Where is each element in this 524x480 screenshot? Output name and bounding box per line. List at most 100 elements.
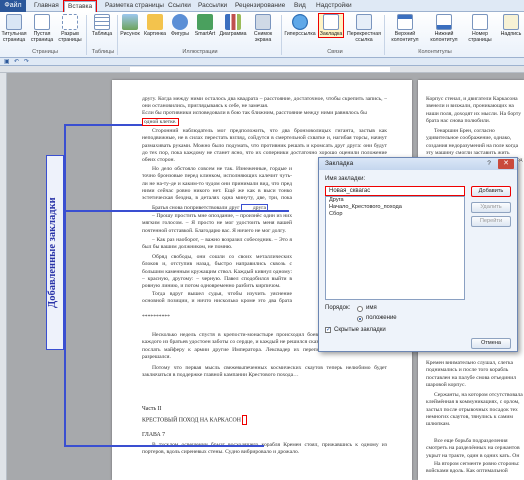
textbox-button[interactable]: Надпись	[498, 14, 524, 37]
paragraph: Кремен внимательно слушал, слегка подним…	[426, 360, 517, 388]
group-separator	[281, 15, 282, 55]
picture-icon	[122, 14, 138, 30]
smartart-button[interactable]: SmartArt	[192, 14, 218, 37]
shapes-icon	[172, 14, 188, 30]
list-item[interactable]: Сбор	[326, 211, 464, 218]
paragraph: Потому что первая мысль свежевыпеченных …	[142, 365, 387, 379]
screenshot-icon	[255, 14, 271, 30]
add-button[interactable]: Добавить	[471, 186, 511, 197]
paragraph: Тогда вдруг вышел судья, чтобы изучить у…	[142, 291, 292, 305]
tab-mailings[interactable]: Рассылки	[198, 0, 227, 12]
title-page-icon	[6, 14, 22, 30]
group-label-pages: Страницы	[32, 49, 58, 55]
tab-file[interactable]: Файл	[0, 0, 26, 12]
tab-review[interactable]: Рецензирование	[235, 0, 285, 12]
vertical-ruler	[0, 73, 7, 480]
callout-connector-vertical	[64, 125, 66, 445]
undo-icon[interactable]: ↶	[14, 58, 19, 65]
list-item[interactable]: Начало_Крестового_похода	[326, 204, 464, 211]
callout-label: Добавленные закладки	[47, 197, 58, 309]
delete-button[interactable]: Удалить	[471, 202, 511, 213]
table-button[interactable]: Таблица	[89, 14, 115, 37]
redo-icon[interactable]: ↷	[24, 58, 29, 65]
tab-references[interactable]: Ссылки	[168, 0, 191, 12]
group-label-illustrations: Иллюстрации	[182, 49, 218, 55]
group-label-header-footer: Колонтитулы	[418, 49, 452, 55]
chart-icon	[225, 14, 241, 30]
ribbon-insert: Титульная страница Пустая страница Разры…	[0, 12, 524, 58]
group-separator	[86, 15, 87, 55]
bookmark-marker-3[interactable]	[242, 415, 248, 425]
paragraph: другу. Когда между ними осталось два ква…	[142, 96, 387, 110]
bookmark-marker-1[interactable]: одной клетке.	[142, 118, 179, 126]
tab-home[interactable]: Главная	[34, 0, 59, 12]
header-icon	[397, 14, 413, 30]
globe-icon	[292, 14, 308, 30]
list-item[interactable]: Друга	[326, 197, 464, 204]
goto-button[interactable]: Перейти	[471, 216, 511, 227]
chapter-heading: ГЛАВА 7	[142, 432, 166, 438]
blank-page-icon	[34, 14, 50, 30]
group-label-tables: Таблицы	[91, 49, 115, 55]
help-button[interactable]: ?	[483, 159, 495, 169]
cancel-button[interactable]: Отмена	[471, 338, 511, 349]
tab-page-layout[interactable]: Разметка страницы	[105, 0, 164, 12]
paragraph: – Прошу простить мне опоздание, – произн…	[142, 213, 292, 234]
smartart-icon	[197, 14, 213, 30]
title-page-button[interactable]: Титульная страница	[1, 14, 27, 43]
paragraph-line: одной клетке.	[142, 118, 202, 126]
page-number-button[interactable]: Номер страницы	[464, 14, 496, 43]
sort-name-label: имя	[366, 305, 377, 311]
paragraph: Обряд свободы, они сошли со своих металл…	[142, 254, 292, 290]
bookmark-button[interactable]: Закладка	[318, 13, 344, 38]
close-button[interactable]: ✕	[498, 159, 514, 169]
paragraph: На втором сегменте ровно стороны: войска…	[426, 461, 520, 477]
header-button[interactable]: Верхний колонтитул	[386, 14, 424, 43]
callout-connector-middle	[64, 210, 289, 212]
bookmark-name-label: Имя закладки:	[325, 176, 366, 182]
part-heading: Часть II	[142, 406, 162, 412]
table-icon	[94, 14, 110, 30]
ribbon-tabs-bar: Файл Главная Вставка Разметка страницы С…	[0, 0, 524, 14]
part-title-line: КРЕСТОВЫЙ ПОХОД НА КАРКАСОН	[142, 415, 248, 425]
picture-button[interactable]: Рисунок	[119, 14, 141, 37]
footer-icon	[436, 14, 452, 30]
paragraph: Если бы противники исповедовали в бою та…	[142, 110, 367, 116]
paragraph: Сержанты, на котором отсутствовала клейм…	[426, 392, 523, 428]
page-break-icon	[62, 14, 78, 30]
separator-stars: **********	[142, 314, 170, 320]
textbox-icon	[503, 14, 519, 30]
bookmark-icon	[323, 14, 339, 30]
page-break-button[interactable]: Разрыв страницы	[57, 14, 83, 43]
sort-label: Порядок:	[325, 305, 351, 311]
hidden-bookmarks-checkbox[interactable]: ✓	[325, 327, 331, 333]
bookmark-list[interactable]: Друга Начало_Крестового_похода Сбор	[325, 196, 465, 300]
clipart-icon	[147, 14, 163, 30]
crossref-button[interactable]: Перекрестная ссылка	[346, 14, 382, 43]
sort-position-radio[interactable]	[357, 316, 363, 322]
save-icon[interactable]: ▣	[4, 58, 10, 65]
paragraph: Но дело обстояло совсем не так. Изнеженн…	[142, 166, 292, 202]
shapes-button[interactable]: Фигуры	[169, 14, 191, 37]
paragraph: Корпус стенал, и двигатели Каркасона зве…	[426, 96, 522, 124]
tab-view[interactable]: Вид	[294, 0, 306, 12]
bookmark-name-input[interactable]: Новая_сквагас	[325, 186, 465, 196]
group-separator	[384, 15, 385, 55]
clipart-button[interactable]: Картинка	[142, 14, 168, 37]
screenshot-button[interactable]: Снимок экрана	[248, 14, 278, 43]
horizontal-ruler	[0, 66, 524, 73]
quick-access-toolbar: ▣ ↶ ↷	[0, 58, 524, 66]
hyperlink-button[interactable]: Гиперссылка	[283, 14, 317, 37]
blank-page-button[interactable]: Пустая страница	[29, 14, 55, 43]
group-label-links: Связи	[327, 49, 343, 55]
crossref-icon	[356, 14, 372, 30]
callout-connector-bottom	[64, 445, 264, 447]
footer-button[interactable]: Нижний колонтитул	[426, 14, 462, 43]
sort-name-radio[interactable]	[357, 306, 363, 312]
paragraph: – Как раз наоборот, – важно возразил соб…	[142, 237, 292, 251]
chart-button[interactable]: Диаграмма	[219, 14, 247, 37]
paragraph: Все еще борьба подразделения смотреть на…	[426, 438, 520, 460]
tab-addins[interactable]: Надстройки	[316, 0, 352, 12]
page-number-icon	[472, 14, 488, 30]
hidden-bookmarks-label: Скрытые закладки	[334, 327, 386, 333]
